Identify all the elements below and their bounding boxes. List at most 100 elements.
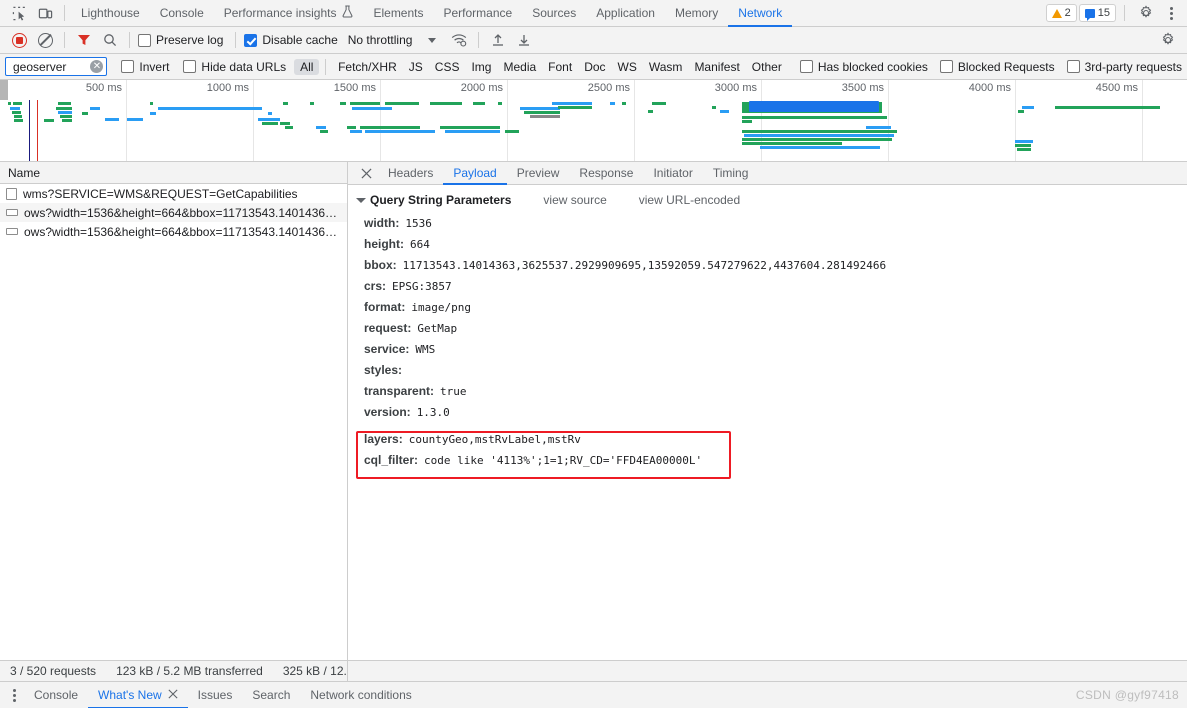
table-row[interactable]: wms?SERVICE=WMS&REQUEST=GetCapabilities	[0, 184, 347, 203]
drawer-tab-console[interactable]: Console	[24, 682, 88, 708]
filter-funnel-icon[interactable]	[71, 28, 97, 52]
tab-preview[interactable]: Preview	[507, 162, 570, 185]
tab-console[interactable]: Console	[150, 0, 214, 27]
network-main-split: Name wms?SERVICE=WMS&REQUEST=GetCapabili…	[0, 162, 1187, 660]
image-icon	[6, 209, 18, 216]
gear-icon[interactable]	[1155, 28, 1181, 52]
network-overview-timeline[interactable]: 500 ms 1000 ms 1500 ms 2000 ms 2500 ms 3…	[0, 80, 1187, 162]
drawer-tab-issues[interactable]: Issues	[188, 682, 243, 708]
tab-memory[interactable]: Memory	[665, 0, 728, 27]
network-toolbar: Preserve log Disable cache No throttling	[0, 27, 1187, 54]
param-row-layers: layers: countyGeo,mstRvLabel,mstRv	[348, 429, 1187, 450]
filter-type-all[interactable]: All	[294, 58, 320, 75]
network-conditions-wifi-icon[interactable]	[446, 28, 472, 52]
request-name: wms?SERVICE=WMS&REQUEST=GetCapabilities	[23, 186, 298, 201]
gear-icon[interactable]	[1133, 1, 1159, 25]
payload-content: Query String Parameters view source view…	[348, 185, 1187, 660]
warnings-badge[interactable]: 2	[1045, 4, 1077, 22]
disable-cache-checkbox[interactable]: Disable cache	[244, 33, 338, 47]
filter-type-doc[interactable]: Doc	[578, 59, 611, 75]
filter-type-js[interactable]: JS	[403, 59, 429, 75]
tab-payload[interactable]: Payload	[443, 162, 508, 185]
filter-type-manifest[interactable]: Manifest	[688, 59, 745, 75]
watermark: CSDN @gyf97418	[1075, 688, 1179, 702]
filter-type-other[interactable]: Other	[746, 59, 788, 75]
drawer-tab-network-conditions[interactable]: Network conditions	[300, 682, 421, 708]
param-key: request:	[364, 321, 412, 335]
kebab-menu-icon[interactable]	[4, 682, 24, 708]
clear-network-log-icon[interactable]	[32, 28, 58, 52]
export-har-icon[interactable]	[511, 28, 537, 52]
param-key: cql_filter:	[364, 453, 419, 467]
inspect-element-icon[interactable]	[6, 1, 32, 25]
device-toolbar-icon[interactable]	[32, 1, 58, 25]
view-source-link[interactable]: view source	[543, 193, 606, 207]
kebab-menu-icon[interactable]	[1161, 6, 1181, 20]
image-icon	[6, 228, 18, 235]
query-string-parameters-section-header[interactable]: Query String Parameters view source view…	[348, 193, 1187, 207]
close-icon[interactable]	[354, 162, 378, 184]
param-value: countyGeo,mstRvLabel,mstRv	[408, 433, 581, 446]
tab-label: Performance insights	[223, 6, 337, 20]
filter-type-font[interactable]: Font	[542, 59, 578, 75]
tab-application[interactable]: Application	[586, 0, 665, 27]
filter-type-fetch-xhr[interactable]: Fetch/XHR	[332, 59, 403, 75]
drawer-tab-search[interactable]: Search	[242, 682, 300, 708]
search-icon[interactable]	[97, 28, 123, 52]
filter-input[interactable]	[11, 58, 91, 75]
invert-label: Invert	[139, 59, 170, 74]
request-list-header[interactable]: Name	[0, 162, 347, 184]
close-icon[interactable]	[168, 688, 178, 702]
third-party-requests-checkbox[interactable]: 3rd-party requests	[1066, 60, 1182, 74]
filter-input-wrapper[interactable]: ✕	[5, 57, 108, 76]
drawer-tab-whats-new[interactable]: What's New	[88, 682, 188, 708]
network-status-bar: 3 / 520 requests 123 kB / 5.2 MB transfe…	[0, 660, 1187, 681]
has-blocked-cookies-checkbox[interactable]: Has blocked cookies	[799, 60, 928, 74]
warnings-count: 2	[1064, 7, 1071, 19]
preserve-log-label: Preserve log	[156, 33, 224, 47]
tab-performance[interactable]: Performance	[434, 0, 523, 27]
tab-performance-insights[interactable]: Performance insights	[214, 0, 364, 27]
tab-elements[interactable]: Elements	[363, 0, 433, 27]
tab-lighthouse[interactable]: Lighthouse	[71, 0, 150, 27]
overview-domcontentloaded-line	[29, 100, 30, 161]
tab-sources[interactable]: Sources	[522, 0, 586, 27]
tab-network[interactable]: Network	[728, 0, 793, 27]
throttling-select[interactable]: No throttling	[348, 33, 437, 47]
hide-data-urls-checkbox[interactable]: Hide data URLs	[183, 60, 286, 74]
filter-type-css[interactable]: CSS	[429, 59, 466, 75]
filter-type-media[interactable]: Media	[497, 59, 542, 75]
toolbar-divider	[64, 32, 65, 48]
param-row-width: width: 1536	[348, 213, 1187, 234]
document-icon	[6, 187, 17, 200]
tab-response[interactable]: Response	[569, 162, 643, 185]
filter-row: ✕ Invert Hide data URLs All Fetch/XHR JS…	[0, 54, 1187, 80]
import-har-icon[interactable]	[485, 28, 511, 52]
tab-label: Performance	[443, 6, 513, 20]
toolbar-divider	[235, 32, 237, 48]
param-key: layers:	[364, 432, 403, 446]
filter-type-wasm[interactable]: Wasm	[643, 59, 689, 75]
section-title: Query String Parameters	[370, 193, 512, 207]
chevron-down-icon[interactable]	[356, 197, 366, 203]
warning-triangle-icon	[1051, 8, 1062, 18]
view-url-encoded-link[interactable]: view URL-encoded	[639, 193, 740, 207]
overview-tick-label: 500 ms	[85, 82, 122, 94]
messages-badge[interactable]: 15	[1078, 4, 1116, 22]
overview-load-line	[37, 100, 38, 161]
request-name: ows?width=1536&height=664&bbox=11713543.…	[24, 224, 338, 239]
filter-type-ws[interactable]: WS	[612, 59, 643, 75]
invert-checkbox[interactable]: Invert	[121, 60, 169, 74]
blocked-requests-checkbox[interactable]: Blocked Requests	[939, 60, 1055, 74]
preserve-log-checkbox[interactable]: Preserve log	[138, 33, 223, 47]
checkbox-box	[121, 60, 135, 73]
tab-label: Network conditions	[310, 688, 412, 702]
clear-input-icon[interactable]: ✕	[90, 60, 104, 73]
tab-timing[interactable]: Timing	[703, 162, 759, 185]
tab-headers[interactable]: Headers	[378, 162, 443, 185]
table-row[interactable]: ows?width=1536&height=664&bbox=11713543.…	[0, 203, 347, 222]
table-row[interactable]: ows?width=1536&height=664&bbox=11713543.…	[0, 222, 347, 241]
record-stop-icon[interactable]	[6, 28, 32, 52]
filter-type-img[interactable]: Img	[465, 59, 497, 75]
tab-initiator[interactable]: Initiator	[643, 162, 702, 185]
